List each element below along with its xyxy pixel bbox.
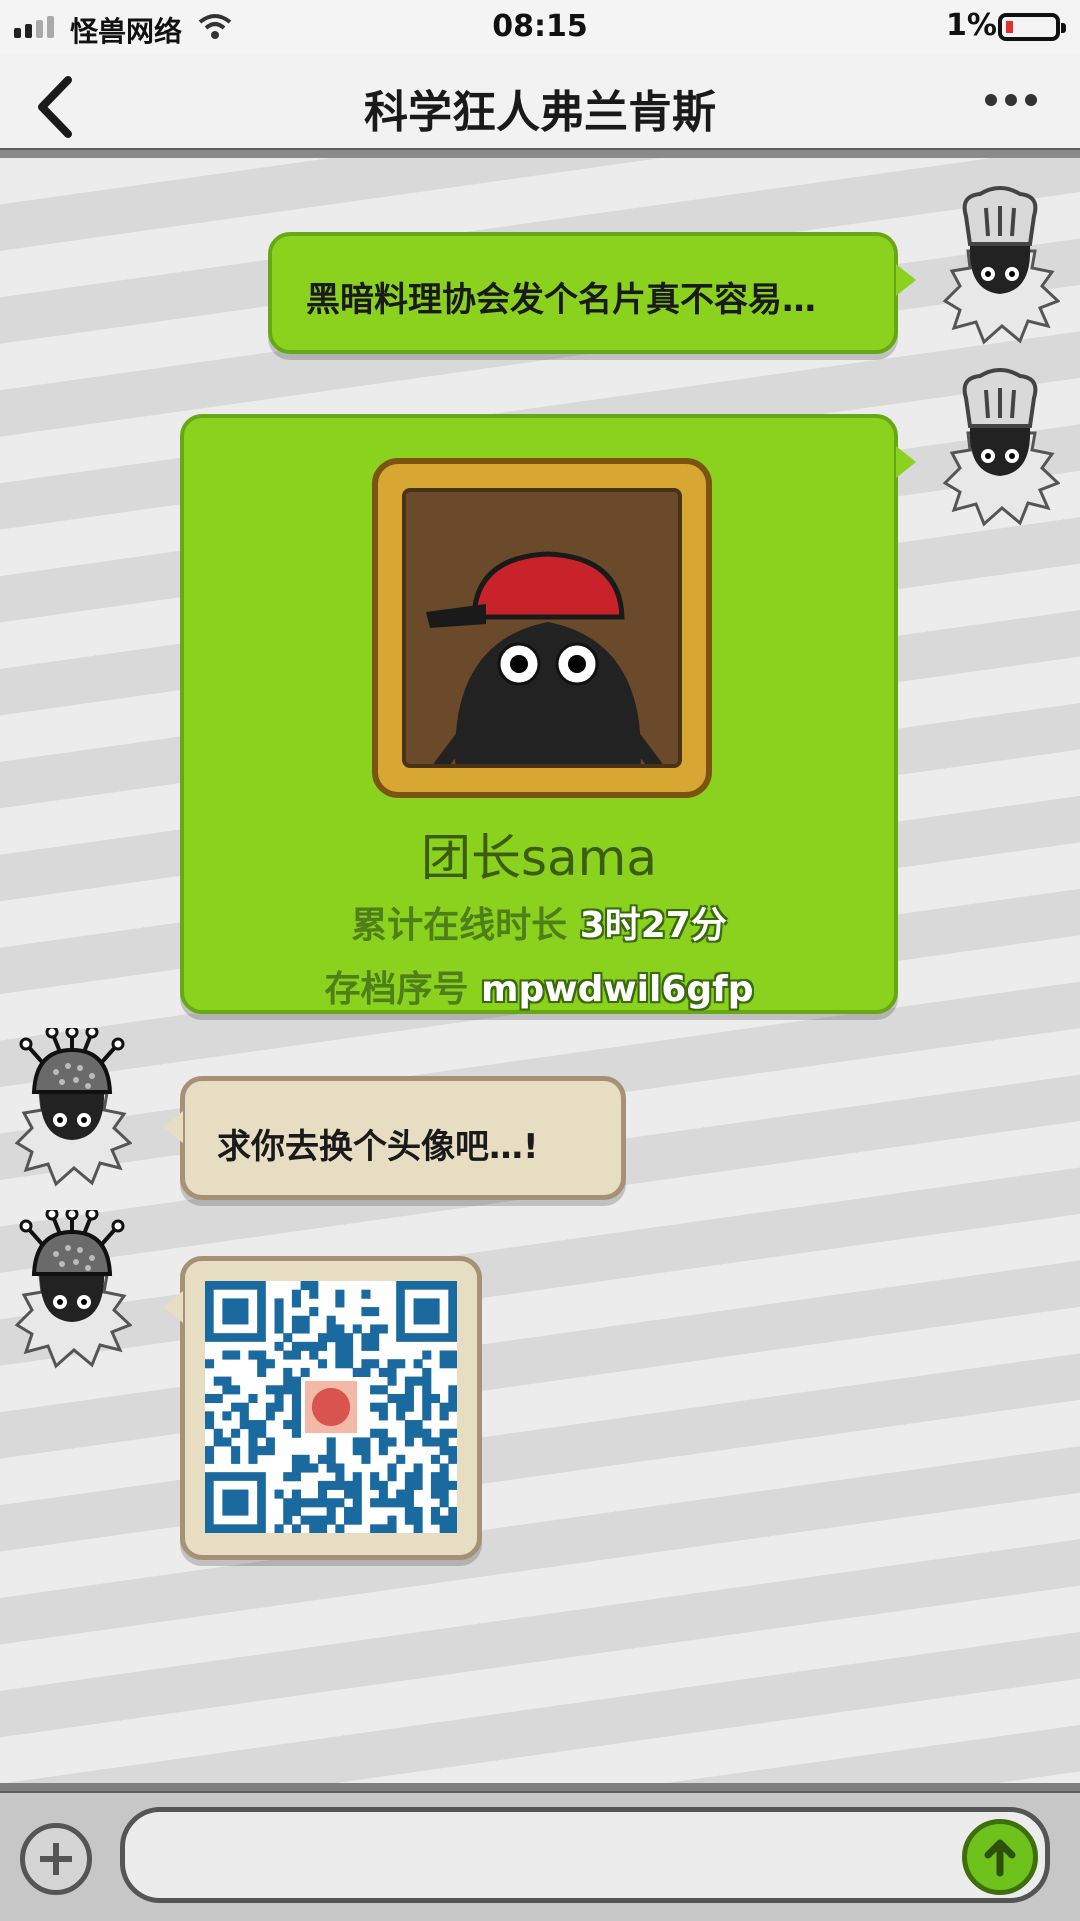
profile-card-bubble[interactable]: 团长sama 累计在线时长 3时27分 存档序号 mpwdwil6gfp [180, 414, 916, 1014]
profile-name: 团长sama [420, 829, 658, 887]
qr-code-bubble[interactable] [163, 1256, 482, 1560]
online-time-label: 累计在线时长 [351, 905, 568, 946]
message-input[interactable] [120, 1807, 1050, 1903]
message-text: 黑暗料理协会发个名片真不容易… [306, 280, 816, 320]
nav-bar: 科学狂人弗兰肯斯 [0, 54, 1080, 158]
plus-icon[interactable] [20, 1823, 92, 1895]
online-time-value: 3时27分 [579, 905, 727, 946]
more-dots-icon[interactable] [985, 94, 1037, 106]
status-time: 08:15 [492, 9, 588, 44]
qr-code-image [205, 1281, 458, 1534]
chef-hat-avatar[interactable] [940, 368, 1060, 528]
nav-divider [0, 148, 1080, 158]
battery-icon [998, 13, 1066, 41]
message-bubble-theirs[interactable]: 求你去换个头像吧…! [163, 1076, 626, 1200]
colander-avatar[interactable] [12, 1028, 132, 1188]
red-cap-avatar [426, 551, 663, 764]
online-time-row: 累计在线时长 3时27分 [184, 896, 894, 948]
archive-id-label: 存档序号 [324, 969, 469, 1010]
archive-id-value: mpwdwil6gfp [481, 969, 754, 1010]
battery-percent: 1% [946, 8, 997, 43]
message-bubble-mine[interactable]: 黑暗料理协会发个名片真不容易… [268, 232, 916, 354]
input-bar-divider [0, 1783, 1080, 1793]
chef-hat-avatar[interactable] [940, 186, 1060, 346]
send-arrow-icon[interactable] [962, 1819, 1038, 1895]
chat-area: 黑暗料理协会发个名片真不容易… 团长sama 累计在线时长 3时27分 存档序号… [0, 158, 1080, 1783]
status-bar: 怪兽网络 08:15 1% [0, 0, 1080, 54]
colander-avatar[interactable] [12, 1210, 132, 1370]
archive-id-row: 存档序号 mpwdwil6gfp [184, 960, 894, 1012]
chat-title: 科学狂人弗兰肯斯 [364, 87, 716, 138]
message-text: 求你去换个头像吧…! [217, 1127, 539, 1167]
input-bar [0, 1783, 1080, 1921]
profile-card-frame [372, 458, 712, 798]
